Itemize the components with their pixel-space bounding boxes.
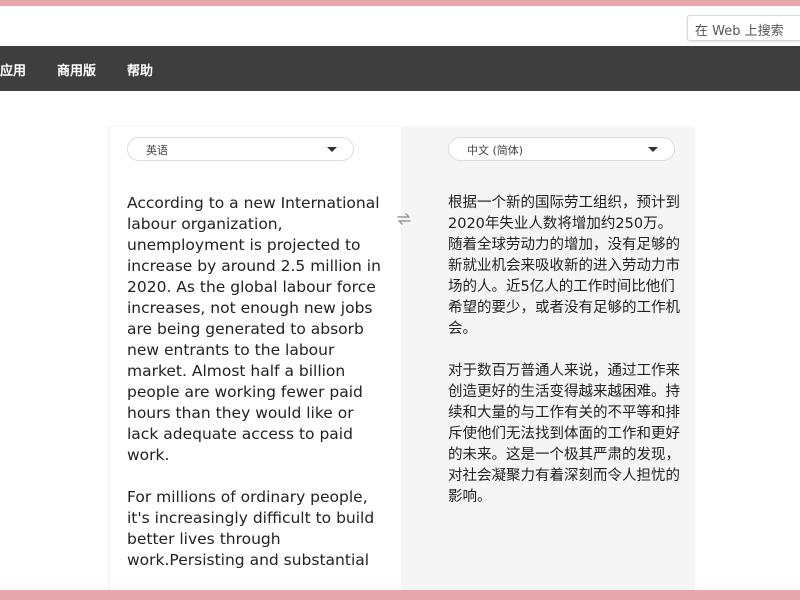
swap-arrows-icon [397,213,411,225]
search-bar: 在 Web 上搜索 [0,6,800,46]
bottom-accent-stripe [0,590,800,600]
target-text-area: 根据一个新的国际劳工组织，预计到2020年失业人数将增加约250万。随着全球劳动… [448,193,684,529]
target-paragraph: 对于数百万普通人来说，通过工作来创造更好的生活变得越来越困难。持续和大量的与工作… [448,363,680,505]
nav-item-apps[interactable]: 应用 [0,60,26,79]
web-search-box[interactable]: 在 Web 上搜索 [687,15,800,41]
source-text-area[interactable]: According to a new International labour … [127,193,387,590]
target-paragraph: 根据一个新的国际劳工组织，预计到2020年失业人数将增加约250万。随着全球劳动… [448,195,680,337]
chevron-down-icon [327,147,337,152]
nav-item-help[interactable]: 帮助 [127,60,153,79]
target-language-label: 中文 (简体) [467,144,524,157]
source-panel: 英语 According to a new International labo… [110,127,401,590]
web-search-label: 在 Web 上搜索 [695,24,784,39]
source-paragraph: For millions of ordinary people, it's in… [127,488,375,569]
swap-languages-button[interactable] [393,208,415,230]
main-nav: 应用 商用版 帮助 [0,46,800,91]
source-paragraph: According to a new International labour … [127,194,381,464]
nav-item-business[interactable]: 商用版 [57,60,96,79]
target-panel: 中文 (简体) 根据一个新的国际劳工组织，预计到2020年失业人数将增加约250… [401,127,694,590]
source-language-select[interactable]: 英语 [127,137,354,161]
chevron-down-icon [648,147,658,152]
target-language-select[interactable]: 中文 (简体) [448,137,675,161]
source-language-label: 英语 [146,144,168,157]
